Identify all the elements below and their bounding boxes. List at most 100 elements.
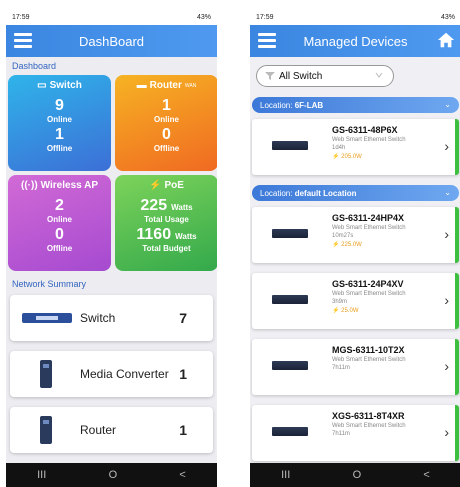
device-uptime: 1d4h	[332, 145, 346, 151]
wap-tile-title: Wireless AP	[40, 180, 98, 191]
wireless-ap-tile[interactable]: ((·)) Wireless AP 2 Online 0 Offline	[8, 175, 111, 271]
device-card[interactable]: MGS-6311-10T2X Web Smart Ethernet Switch…	[252, 339, 459, 395]
summary-switch-name: Switch	[80, 311, 116, 325]
back-button[interactable]: <	[179, 469, 185, 481]
device-power-value: 225.0W	[341, 242, 362, 248]
router-tile-title: Router	[149, 80, 182, 91]
recent-apps-button[interactable]: III	[281, 469, 290, 481]
device-power: ⚡ 25.0W	[332, 308, 359, 314]
android-nav-bar: III O <	[6, 463, 217, 487]
device-uptime: 10m27s	[332, 233, 354, 239]
router-tile-suffix: WAN	[184, 82, 197, 89]
poe-tile-title: PoE	[164, 180, 184, 191]
home-icon[interactable]	[437, 31, 455, 49]
device-power: ⚡ 225.0W	[332, 242, 362, 248]
poe-budget-units: Watts	[175, 232, 197, 241]
summary-router-count: 1	[179, 422, 187, 438]
chevron-down-icon	[375, 72, 383, 78]
device-card[interactable]: XGS-6311-8T4XR Web Smart Ethernet Switch…	[252, 405, 459, 461]
switch-online-count: 9	[55, 97, 64, 114]
wap-online-count: 2	[55, 197, 64, 214]
location-name: 6F-LAB	[294, 100, 324, 110]
device-power: ⚡ 205.0W	[332, 154, 362, 160]
status-time: 17:59	[256, 13, 274, 21]
switch-device-icon	[272, 361, 308, 370]
filter-value: All Switch	[279, 70, 323, 82]
device-model: MGS-6311-10T2X	[332, 345, 405, 355]
switch-device-icon	[272, 427, 308, 436]
device-model: GS-6311-24P4XV	[332, 279, 404, 289]
switch-offline-label: Offline	[46, 144, 73, 153]
chevron-down-icon: ⌄	[444, 100, 451, 109]
location-prefix: Location:	[260, 188, 293, 198]
menu-icon[interactable]	[258, 33, 276, 48]
router-offline-label: Offline	[153, 144, 180, 153]
switch-online-label: Online	[47, 115, 72, 124]
summary-switch-card[interactable]: Switch 7	[10, 295, 213, 341]
device-model: GS-6311-24HP4X	[332, 213, 405, 223]
app-bar: Managed Devices	[250, 25, 460, 57]
managed-devices-screen: 17:59 43% Managed Devices All Switch Loc…	[250, 9, 460, 487]
dashboard-section-label: Dashboard	[12, 61, 57, 71]
home-button[interactable]: O	[353, 469, 362, 481]
summary-media-converter-name: Media Converter	[80, 367, 169, 381]
recent-apps-button[interactable]: III	[37, 469, 46, 481]
switch-device-icon	[272, 295, 308, 304]
wifi-icon: ((·))	[21, 180, 38, 191]
home-button[interactable]: O	[109, 469, 118, 481]
poe-budget-value: 1160	[136, 226, 172, 243]
router-online-label: Online	[154, 115, 179, 124]
device-description: Web Smart Ethernet Switch	[332, 423, 406, 429]
network-summary-label: Network Summary	[12, 279, 87, 289]
switch-tile-title: Switch	[49, 80, 82, 91]
location-group-default[interactable]: Location: default Location ⌄	[252, 185, 459, 201]
device-model: XGS-6311-8T4XR	[332, 411, 405, 421]
device-uptime: 3h9m	[332, 299, 348, 305]
poe-usage-value: 225	[140, 197, 168, 214]
page-title: DashBoard	[78, 33, 145, 49]
summary-router-card[interactable]: Router 1	[10, 407, 213, 453]
chevron-right-icon[interactable]: ›	[444, 358, 449, 374]
device-description: Web Smart Ethernet Switch	[332, 291, 406, 297]
summary-media-converter-count: 1	[179, 366, 187, 382]
location-group-6f-lab[interactable]: Location: 6F-LAB ⌄	[252, 97, 459, 113]
back-button[interactable]: <	[423, 469, 429, 481]
chevron-right-icon[interactable]: ›	[444, 292, 449, 308]
device-card[interactable]: GS-6311-24HP4X Web Smart Ethernet Switch…	[252, 207, 459, 263]
summary-media-converter-card[interactable]: Media Converter 1	[10, 351, 213, 397]
switch-device-icon	[272, 229, 308, 238]
device-card[interactable]: GS-6311-24P4XV Web Smart Ethernet Switch…	[252, 273, 459, 329]
status-time: 17:59	[12, 13, 30, 21]
dashboard-tiles: ▭ Switch 9 Online 1 Offline ▬ Router WAN 1 …	[6, 75, 217, 271]
summary-switch-count: 7	[179, 310, 187, 326]
router-device-icon	[40, 416, 52, 444]
device-description: Web Smart Ethernet Switch	[332, 225, 406, 231]
poe-budget-label: Total Budget	[142, 244, 191, 253]
chevron-right-icon[interactable]: ›	[444, 226, 449, 242]
router-tile[interactable]: ▬ Router WAN 1 Online 0 Offline	[115, 75, 217, 171]
switch-tile[interactable]: ▭ Switch 9 Online 1 Offline	[8, 75, 111, 171]
switch-device-icon	[22, 313, 72, 323]
poe-tile[interactable]: ⚡ PoE 225 Watts Total Usage 1160 Watts Tota…	[115, 175, 217, 271]
chevron-right-icon[interactable]: ›	[444, 424, 449, 440]
poe-usage-units: Watts	[171, 203, 193, 212]
device-model: GS-6311-48P6X	[332, 125, 398, 135]
switch-device-icon	[272, 141, 308, 150]
wap-online-label: Online	[47, 215, 72, 224]
status-battery: 43%	[440, 13, 455, 21]
device-uptime: 7h11m	[332, 365, 350, 371]
media-converter-icon	[40, 360, 52, 388]
device-uptime: 7h11m	[332, 431, 350, 437]
page-title: Managed Devices	[303, 33, 408, 49]
device-power-value: 25.0W	[341, 308, 359, 314]
router-icon: ▬	[136, 80, 147, 91]
router-online-count: 1	[162, 97, 171, 114]
chevron-right-icon[interactable]: ›	[444, 138, 449, 154]
menu-icon[interactable]	[14, 33, 32, 48]
router-offline-count: 0	[162, 126, 171, 143]
app-bar: DashBoard	[6, 25, 217, 57]
status-bar: 17:59 43%	[6, 9, 217, 25]
device-filter-select[interactable]: All Switch	[256, 65, 394, 87]
dashboard-screen: 17:59 43% DashBoard Dashboard ▭ Switch 9 …	[6, 9, 217, 487]
device-card[interactable]: GS-6311-48P6X Web Smart Ethernet Switch …	[252, 119, 459, 175]
